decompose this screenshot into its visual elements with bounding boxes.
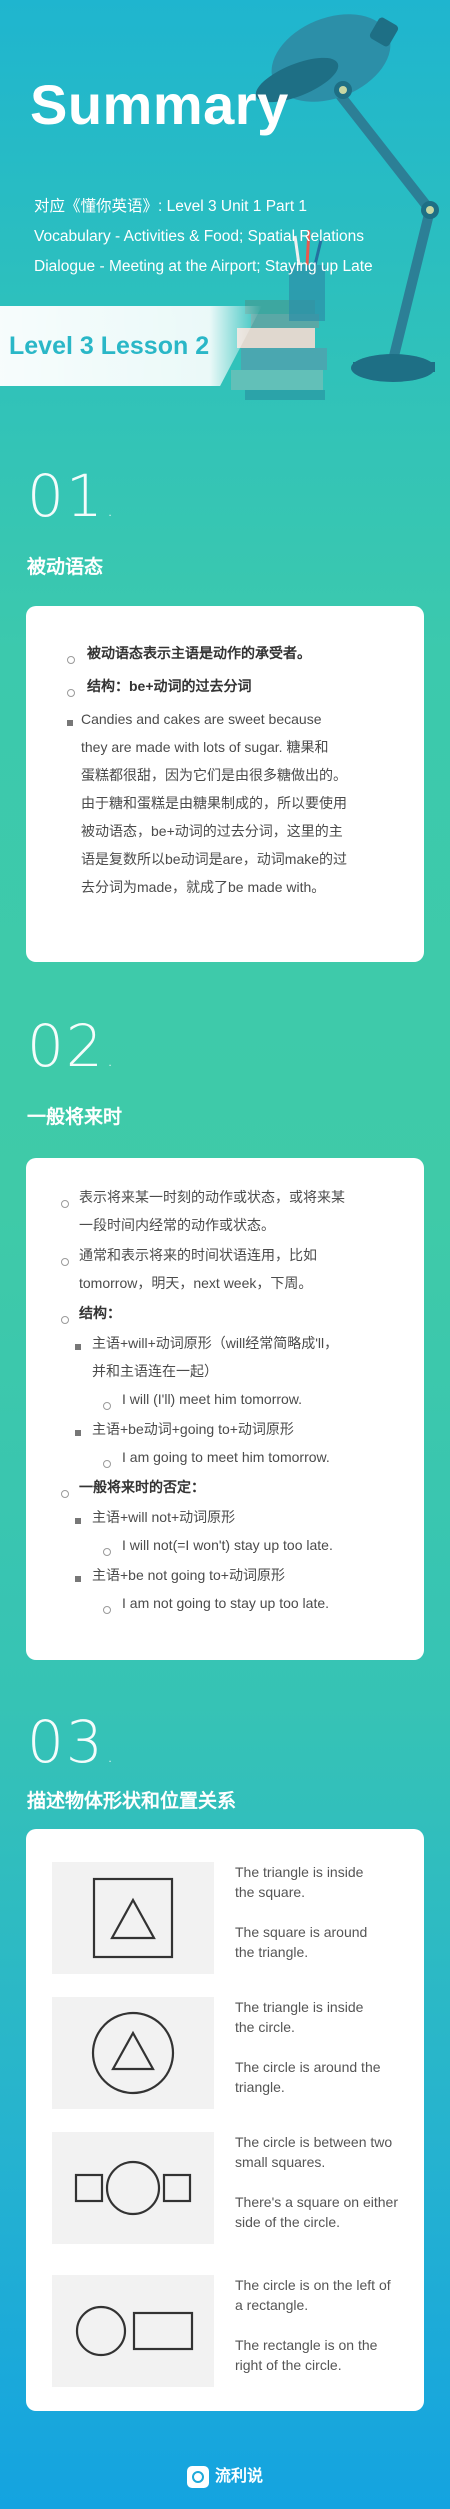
bullet-square-icon bbox=[75, 1518, 81, 1524]
list-item: 一般将来时的否定： bbox=[79, 1479, 205, 1495]
shape-text-line: triangle. bbox=[235, 2079, 285, 2095]
shape-illustration bbox=[52, 1862, 214, 1974]
bullet-square-icon bbox=[75, 1344, 81, 1350]
shape-text-line: The circle is on the left of bbox=[235, 2277, 391, 2293]
list-item: 主语+be not going to+动词原形 bbox=[92, 1567, 285, 1583]
example-line: Candies and cakes are sweet because bbox=[81, 711, 322, 727]
bullet-circle-icon bbox=[61, 1316, 69, 1324]
section-title: 一般将来时 bbox=[27, 1107, 123, 1128]
shape-text-line: the circle. bbox=[235, 2019, 295, 2035]
level-label: Level 3 Lesson 2 bbox=[9, 332, 210, 360]
list-item: 主语+will not+动词原形 bbox=[92, 1509, 236, 1525]
section-number: 03. bbox=[27, 1708, 116, 1776]
shape-description: The circle is between two small squares.… bbox=[235, 2132, 410, 2232]
list-item: 主语+will+动词原形（will经常简略成'll， bbox=[92, 1335, 339, 1351]
bullet-circle-icon bbox=[103, 1548, 111, 1556]
shape-illustration bbox=[52, 2132, 214, 2244]
hero-description: 对应《懂你英语》: Level 3 Unit 1 Part 1 Vocabula… bbox=[34, 192, 444, 282]
hero-line: 对应《懂你英语》: Level 3 Unit 1 Part 1 bbox=[34, 198, 308, 215]
bullet-circle-icon bbox=[67, 689, 75, 697]
list-item: 一段时间内经常的动作或状态。 bbox=[79, 1217, 275, 1233]
shape-text-line: right of the circle. bbox=[235, 2357, 342, 2373]
shape-text-line: The triangle is inside bbox=[235, 1999, 364, 2015]
shape-illustration bbox=[52, 2275, 214, 2387]
page-title: Summary bbox=[30, 73, 289, 136]
example-line: 由于糖和蛋糕是由糖果制成的，所以要使用 bbox=[81, 795, 347, 811]
brand-logo-icon bbox=[186, 2465, 209, 2488]
shape-text-line: the triangle. bbox=[235, 1944, 309, 1960]
bullet-square-icon bbox=[67, 720, 73, 726]
example-line: I am not going to stay up too late. bbox=[122, 1595, 330, 1611]
list-item: 结构： bbox=[79, 1305, 121, 1321]
example-line: 蛋糕都很甜，因为它们是由很多糖做出的。 bbox=[81, 767, 347, 783]
triangle-in-square-icon bbox=[92, 1877, 174, 1959]
shapes-card: The triangle is inside the square. The s… bbox=[26, 1829, 424, 2411]
brand-name: 流利说 bbox=[214, 2468, 263, 2485]
section-number-text: 01 bbox=[27, 462, 105, 530]
example-line: they are made with lots of sugar. 糖果和 bbox=[81, 739, 329, 755]
bullet-circle-icon bbox=[67, 656, 75, 664]
list-item: tomorrow，明天，next week，下周。 bbox=[79, 1275, 313, 1291]
bullet-square-icon bbox=[75, 1430, 81, 1436]
bullet-circle-icon bbox=[61, 1490, 69, 1498]
section-number-text: 03 bbox=[27, 1708, 105, 1776]
example-line: I am going to meet him tomorrow. bbox=[122, 1449, 330, 1465]
section-number-text: 02 bbox=[27, 1012, 105, 1080]
hero-line: Vocabulary - Activities & Food; Spatial … bbox=[34, 228, 364, 245]
circle-between-squares-icon bbox=[74, 2160, 192, 2216]
bullet-circle-icon bbox=[61, 1258, 69, 1266]
shape-text-line: small squares. bbox=[235, 2154, 326, 2170]
section-title: 描述物体形状和位置关系 bbox=[27, 1791, 237, 1812]
shape-text-line: The circle is around the bbox=[235, 2059, 381, 2075]
shape-description: The triangle is inside the circle. The c… bbox=[235, 1997, 410, 2097]
list-item: 被动语态表示主语是动作的承受者。 bbox=[87, 645, 311, 661]
list-item: 通常和表示将来的时间状语连用，比如 bbox=[79, 1247, 317, 1263]
bullet-circle-icon bbox=[61, 1200, 69, 1208]
section-title: 被动语态 bbox=[27, 557, 104, 578]
shape-description: The triangle is inside the square. The s… bbox=[235, 1862, 410, 1962]
list-item: 主语+be动词+going to+动词原形 bbox=[92, 1421, 294, 1437]
section-number: 01. bbox=[27, 462, 116, 530]
bullet-square-icon bbox=[75, 1576, 81, 1582]
list-item: 并和主语连在一起） bbox=[92, 1363, 218, 1379]
shape-text-line: a rectangle. bbox=[235, 2297, 309, 2313]
circle-left-of-rectangle-icon bbox=[75, 2305, 194, 2357]
shape-text-line: the square. bbox=[235, 1884, 306, 1900]
future-tense-card: 表示将来某一时刻的动作或状态，或将来某 一段时间内经常的动作或状态。 通常和表示… bbox=[26, 1158, 424, 1660]
footer-brand: 流利说 bbox=[0, 2462, 450, 2488]
example-line: I will not(=I won't) stay up too late. bbox=[122, 1537, 333, 1553]
shape-description: The circle is on the left of a rectangle… bbox=[235, 2275, 410, 2375]
bullet-circle-icon bbox=[103, 1606, 111, 1614]
shape-text-line: The triangle is inside bbox=[235, 1864, 364, 1880]
shape-illustration bbox=[52, 1997, 214, 2109]
bullet-circle-icon bbox=[103, 1402, 111, 1410]
triangle-in-circle-icon bbox=[91, 2011, 175, 2095]
hero-line: Dialogue - Meeting at the Airport; Stayi… bbox=[34, 258, 373, 275]
example-line: 被动语态，be+动词的过去分词，这里的主 bbox=[81, 823, 343, 839]
shape-text-line: side of the circle. bbox=[235, 2214, 341, 2230]
section-number: 02. bbox=[27, 1012, 116, 1080]
shape-text-line: The circle is between two bbox=[235, 2134, 393, 2150]
example-line: I will (I'll) meet him tomorrow. bbox=[122, 1391, 303, 1407]
list-item: 结构：be+动词的过去分词 bbox=[87, 678, 252, 694]
shape-text-line: There's a square on either bbox=[235, 2194, 398, 2210]
shape-text-line: The square is around bbox=[235, 1924, 368, 1940]
list-item: 表示将来某一时刻的动作或状态，或将来某 bbox=[79, 1189, 345, 1205]
example-line: 语是复数所以be动词是are，动词make的过 bbox=[81, 851, 348, 867]
hero-header: Summary 对应《懂你英语》: Level 3 Unit 1 Part 1 … bbox=[0, 0, 450, 420]
shape-text-line: The rectangle is on the bbox=[235, 2337, 378, 2353]
example-line: 去分词为made，就成了be made with。 bbox=[81, 879, 326, 895]
passive-voice-card: 被动语态表示主语是动作的承受者。 结构：be+动词的过去分词 Candies a… bbox=[26, 606, 424, 962]
bullet-circle-icon bbox=[103, 1460, 111, 1468]
